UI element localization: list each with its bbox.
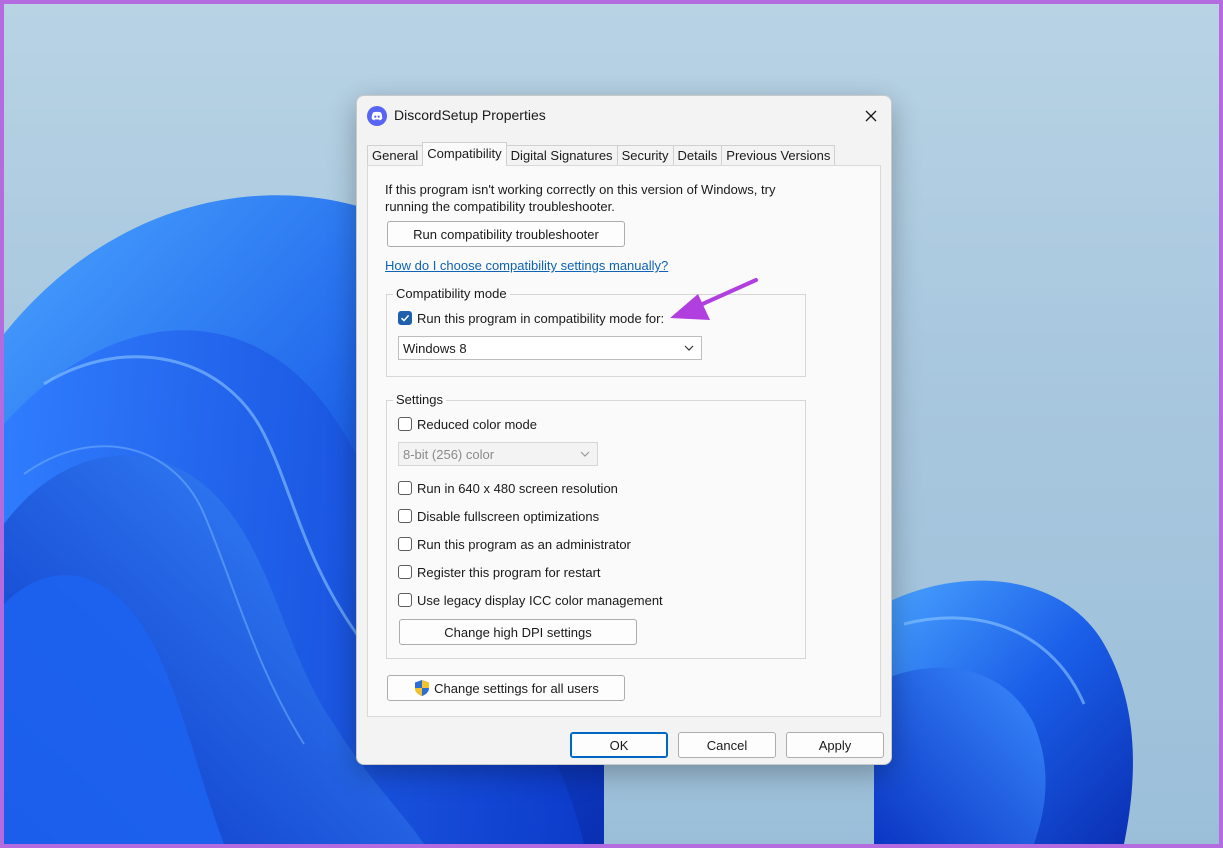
admin-checkbox[interactable] [398, 537, 412, 551]
reduced-color-label: Reduced color mode [417, 416, 537, 432]
compatibility-mode-checkbox[interactable] [398, 311, 412, 325]
intro-text: If this program isn't working correctly … [385, 182, 776, 214]
fullscreen-checkbox[interactable] [398, 509, 412, 523]
chevron-down-icon [684, 345, 694, 351]
discord-icon [367, 106, 387, 126]
os-version-value: Windows 8 [403, 340, 467, 356]
chevron-down-icon [580, 451, 590, 457]
os-version-select[interactable]: Windows 8 [398, 336, 702, 360]
change-all-users-label: Change settings for all users [434, 680, 599, 696]
tab-details[interactable]: Details [672, 145, 723, 166]
color-depth-select: 8-bit (256) color [398, 442, 598, 466]
change-all-users-button[interactable]: Change settings for all users [387, 675, 625, 701]
compatibility-mode-row[interactable]: Run this program in compatibility mode f… [398, 309, 664, 327]
reduced-color-checkbox[interactable] [398, 417, 412, 431]
fullscreen-row[interactable]: Disable fullscreen optimizations [398, 507, 599, 525]
tab-strip: General Compatibility Digital Signatures… [367, 142, 836, 166]
icc-checkbox[interactable] [398, 593, 412, 607]
apply-button[interactable]: Apply [786, 732, 884, 758]
tab-digital-signatures[interactable]: Digital Signatures [505, 145, 618, 166]
icc-row[interactable]: Use legacy display ICC color management [398, 591, 663, 609]
compatibility-mode-label: Compatibility mode [393, 286, 510, 302]
compatibility-mode-label-text: Run this program in compatibility mode f… [417, 310, 665, 326]
tab-security[interactable]: Security [616, 145, 674, 166]
compatibility-mode-group: Compatibility mode Run this program in c… [386, 286, 806, 377]
restart-row[interactable]: Register this program for restart [398, 563, 601, 581]
restart-checkbox[interactable] [398, 565, 412, 579]
uac-shield-icon [415, 680, 430, 696]
admin-row[interactable]: Run this program as an administrator [398, 535, 631, 553]
close-icon [865, 110, 877, 122]
cancel-button[interactable]: Cancel [678, 732, 776, 758]
tab-general[interactable]: General [367, 145, 424, 166]
properties-dialog: DiscordSetup Properties General Compatib… [356, 95, 892, 765]
admin-label: Run this program as an administrator [417, 536, 631, 552]
title-bar[interactable]: DiscordSetup Properties [357, 96, 891, 136]
resolution-label: Run in 640 x 480 screen resolution [417, 480, 618, 496]
settings-group: Settings Reduced color mode 8-bit (256) … [386, 392, 806, 659]
tab-compatibility[interactable]: Compatibility [422, 142, 507, 166]
resolution-row[interactable]: Run in 640 x 480 screen resolution [398, 479, 618, 497]
change-dpi-button[interactable]: Change high DPI settings [399, 619, 637, 645]
color-depth-value: 8-bit (256) color [403, 446, 495, 462]
restart-label: Register this program for restart [417, 564, 601, 580]
close-button[interactable] [855, 100, 887, 132]
dialog-title: DiscordSetup Properties [394, 107, 546, 123]
settings-label: Settings [393, 392, 446, 408]
resolution-checkbox[interactable] [398, 481, 412, 495]
reduced-color-row[interactable]: Reduced color mode [398, 415, 537, 433]
tab-previous-versions[interactable]: Previous Versions [721, 145, 836, 166]
run-troubleshooter-button[interactable]: Run compatibility troubleshooter [387, 221, 625, 247]
fullscreen-label: Disable fullscreen optimizations [417, 508, 600, 524]
checkmark-icon [400, 314, 410, 322]
compatibility-help-link[interactable]: How do I choose compatibility settings m… [385, 258, 668, 273]
ok-button[interactable]: OK [570, 732, 668, 758]
icc-label: Use legacy display ICC color management [417, 592, 663, 608]
compatibility-panel: If this program isn't working correctly … [367, 165, 881, 717]
